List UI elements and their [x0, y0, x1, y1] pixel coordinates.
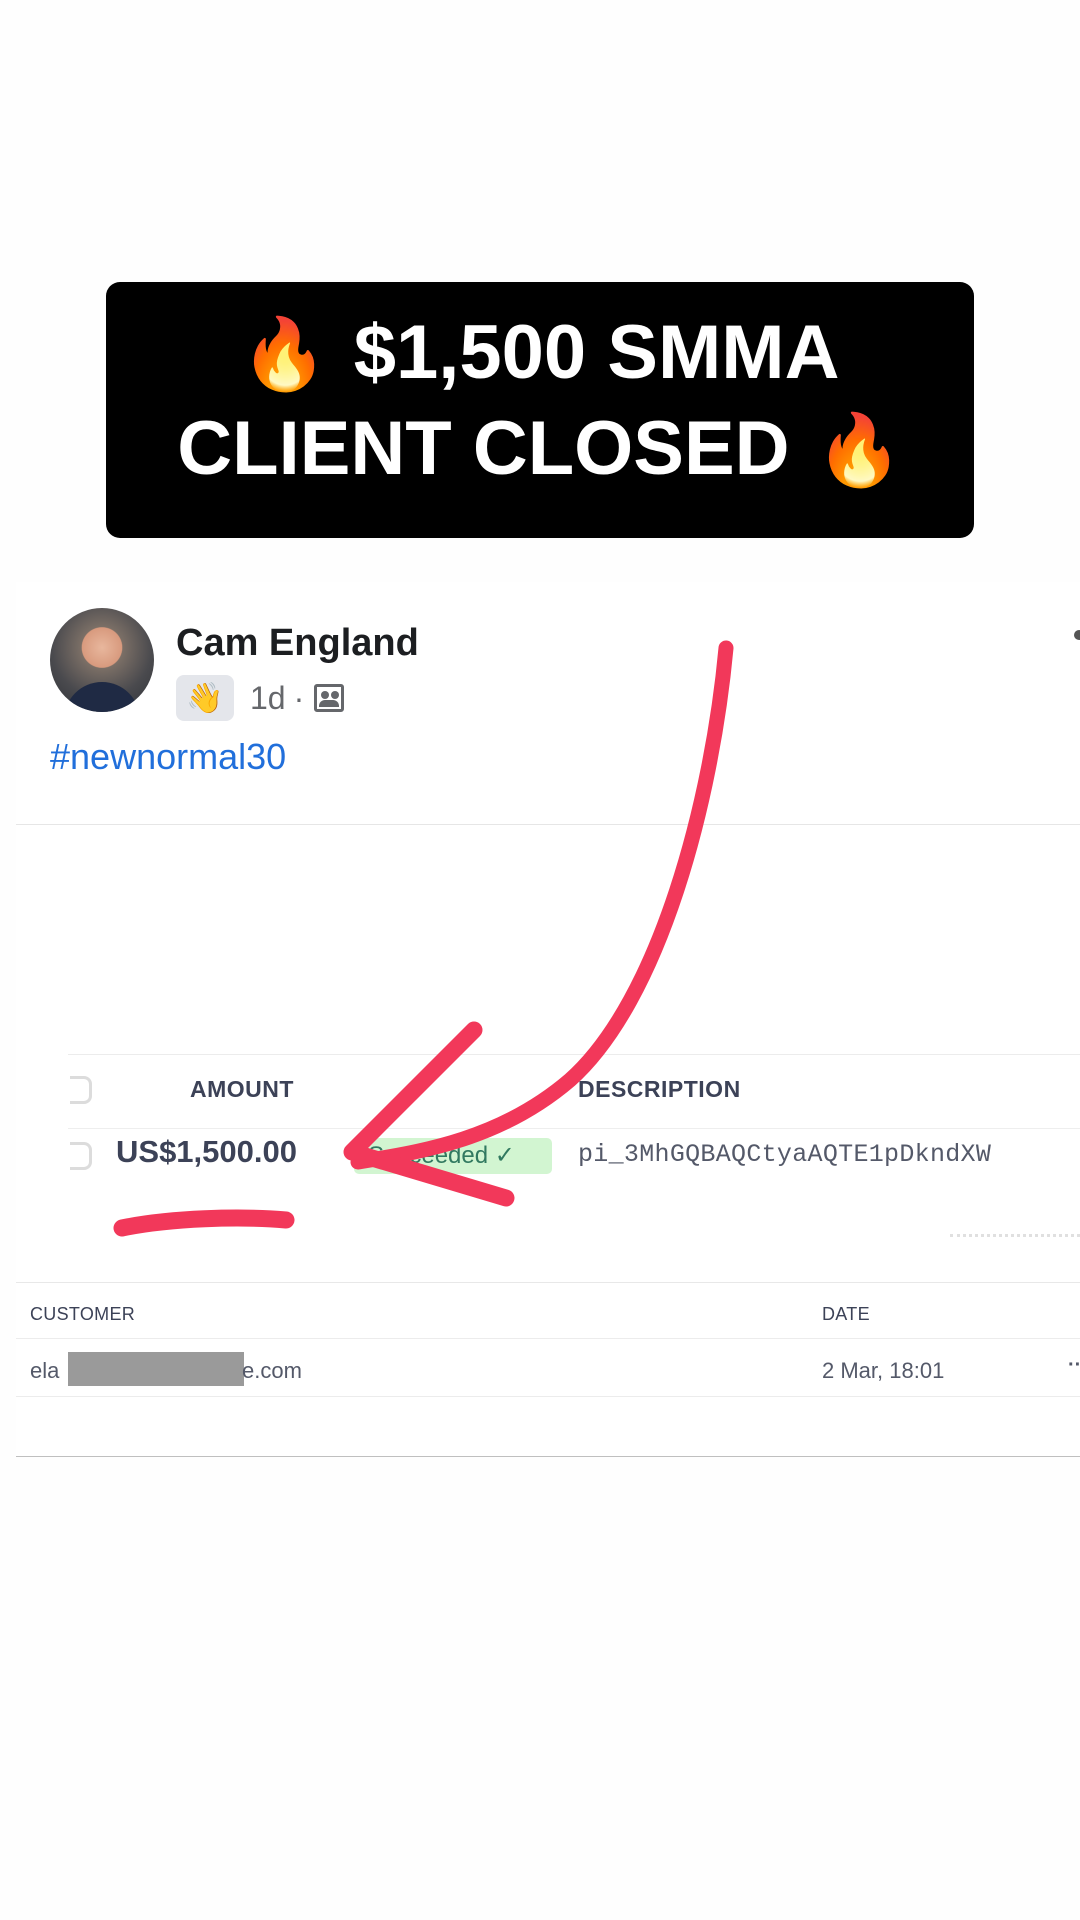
banner-line-1-text: $1,500 SMMA [353, 310, 840, 395]
banner-line-2-text: CLIENT CLOSED [177, 406, 790, 491]
group-icon [314, 684, 345, 712]
customer-table-row-border [16, 1396, 1080, 1397]
banner-line-2: CLIENT CLOSED 🔥 [106, 404, 974, 495]
fire-emoji-icon: 🔥 [240, 315, 328, 393]
avatar-shirt [64, 682, 140, 712]
wave-emoji: 👋 [186, 681, 224, 715]
customer-column-header: CUSTOMER [30, 1304, 136, 1324]
status-badge: Succeeded ✓ [354, 1138, 552, 1174]
payment-description[interactable]: pi_3MhGQBAQCtyaAQTE1pDkndXW [578, 1140, 991, 1169]
post-divider [16, 824, 1080, 825]
customer-table-top-border [16, 1282, 1080, 1283]
customer-table-header-border [16, 1338, 1080, 1339]
customer-email-prefix: ela [30, 1358, 60, 1383]
header-checkbox[interactable] [70, 1076, 92, 1104]
meta-separator: · [293, 679, 305, 716]
hashtag-link[interactable]: #newnormal30 [50, 736, 286, 778]
payment-table-top-border [68, 1054, 1080, 1055]
row-checkbox[interactable] [70, 1142, 92, 1170]
customer-email-suffix: e.com [242, 1358, 302, 1383]
row-more-icon[interactable]: ·· [1068, 1354, 1080, 1377]
description-column-header: DESCRIPTION [578, 1076, 741, 1102]
avatar[interactable] [50, 608, 154, 712]
faint-text-remnant [950, 1234, 1080, 1243]
payment-date: 2 Mar, 18:01 [822, 1358, 945, 1383]
fire-emoji-icon: 🔥 [815, 411, 903, 489]
payment-table-header-border [68, 1128, 1080, 1129]
banner-line-1: 🔥 $1,500 SMMA [106, 308, 974, 399]
author-name[interactable]: Cam England [176, 622, 419, 665]
payment-amount: US$1,500.00 [116, 1134, 297, 1169]
story-page: 🔥 $1,500 SMMA CLIENT CLOSED 🔥 Cam England … [0, 0, 1080, 1920]
email-redaction-bar [68, 1352, 244, 1386]
amount-column-header: AMOUNT [190, 1076, 294, 1102]
date-column-header: DATE [822, 1304, 870, 1324]
title-banner: 🔥 $1,500 SMMA CLIENT CLOSED 🔥 [106, 282, 974, 538]
post-card: Cam England 👋 1d · #newnormal30 AMOUNT D… [16, 582, 1080, 1457]
post-meta: 👋 1d · [176, 674, 345, 722]
wave-icon: 👋 [176, 675, 234, 721]
post-time[interactable]: 1d [250, 680, 286, 717]
more-options-icon[interactable] [1074, 630, 1080, 640]
